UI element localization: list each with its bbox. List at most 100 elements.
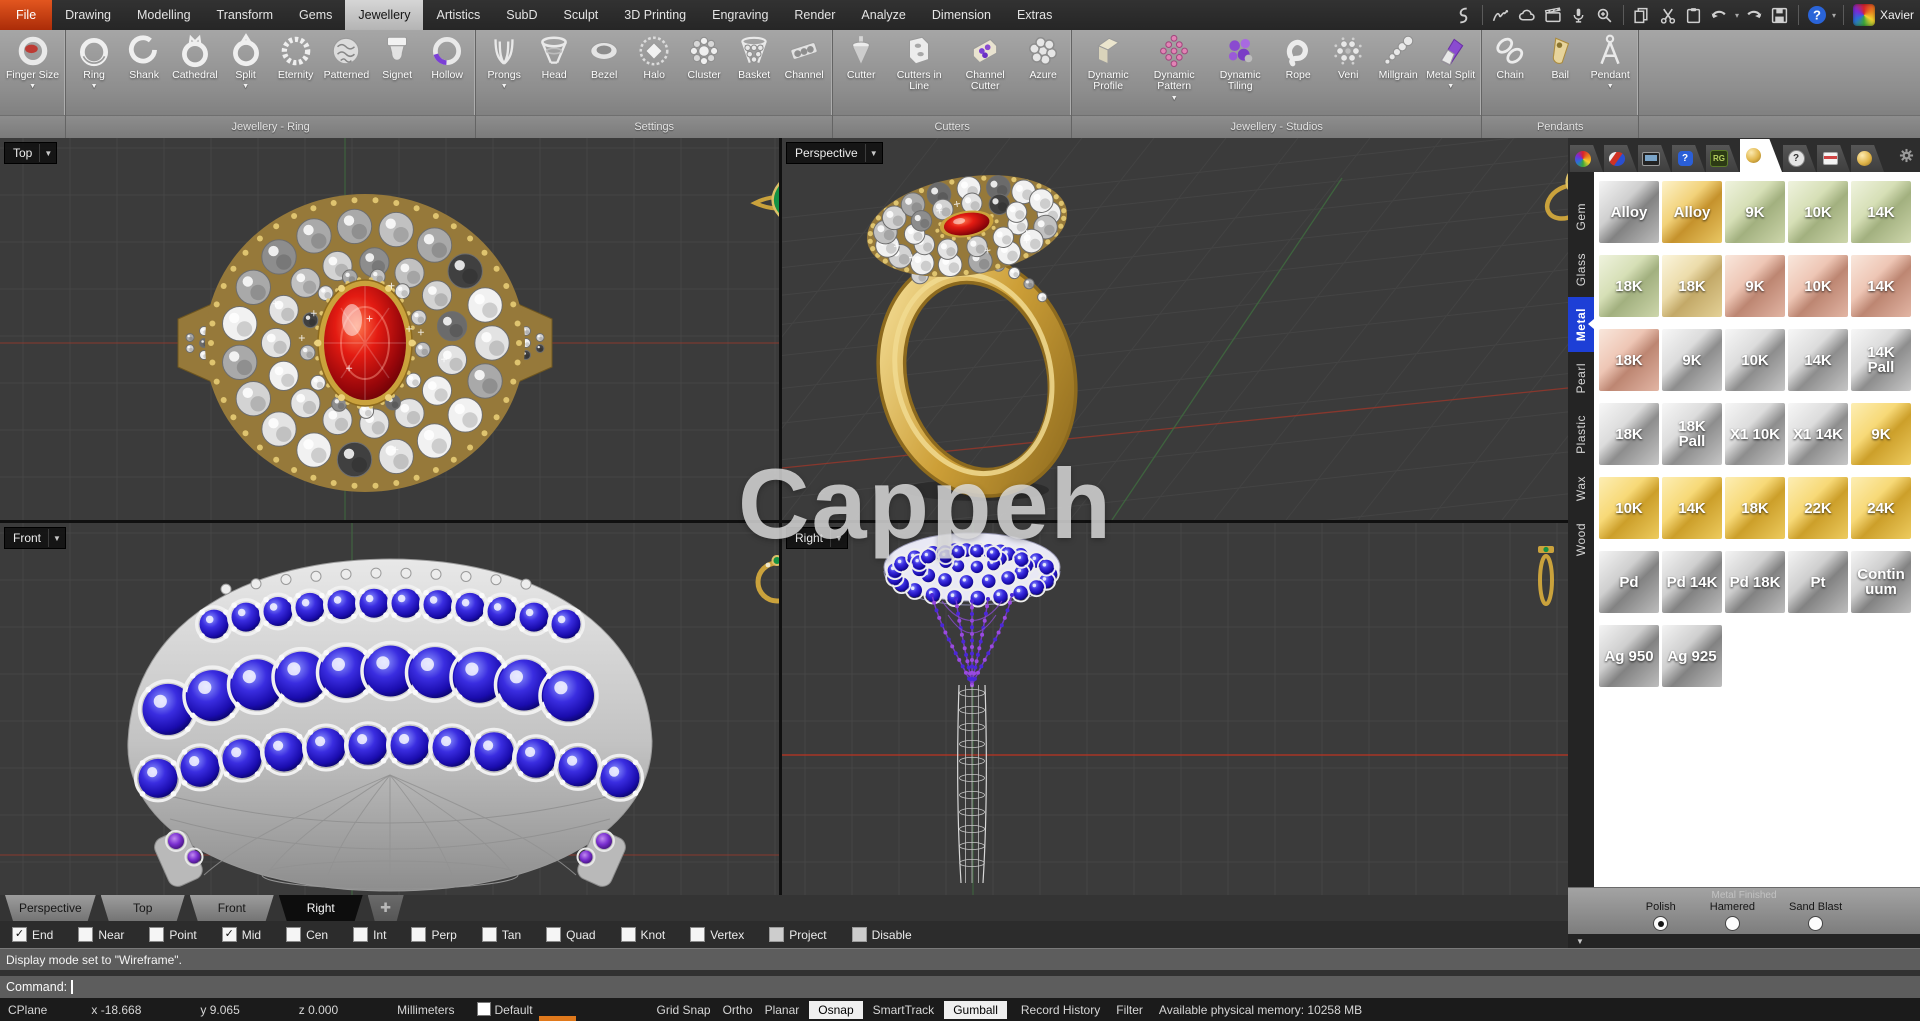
panel-gear-button[interactable] — [1899, 138, 1914, 172]
panel-tab-color-wheel[interactable] — [1570, 145, 1603, 172]
material-swatch-alloy-silver[interactable]: Alloy — [1599, 181, 1659, 243]
menu-engraving[interactable]: Engraving — [699, 0, 781, 30]
material-swatch-18k-green[interactable]: 18K — [1599, 255, 1659, 317]
cut-icon[interactable] — [1655, 3, 1681, 27]
cutter-button[interactable]: Cutter — [836, 32, 886, 81]
checkbox[interactable] — [78, 927, 94, 942]
material-swatch-14k-green[interactable]: 14K — [1851, 181, 1911, 243]
dropdown-caret-icon[interactable]: ▼ — [242, 83, 249, 90]
status-filter[interactable]: Filter — [1114, 1002, 1145, 1018]
panel-tab-rhinogold[interactable]: RG — [1706, 145, 1739, 172]
chain-button[interactable]: Chain — [1485, 32, 1535, 81]
split-button[interactable]: Split ▼ — [221, 32, 271, 90]
material-swatch-9k-rose[interactable]: 9K — [1725, 255, 1785, 317]
signet-button[interactable]: Signet — [372, 32, 422, 81]
dynamic-pattern-button[interactable]: Dynamic Pattern ▼ — [1141, 32, 1207, 102]
status-gumball[interactable]: Gumball — [944, 1000, 1007, 1019]
material-swatch-24k-yellow[interactable]: 24K — [1851, 477, 1911, 539]
material-swatch-10k-yellow[interactable]: 10K — [1599, 477, 1659, 539]
osnap-tan[interactable]: Tan — [481, 927, 521, 942]
veni-button[interactable]: Veni — [1323, 32, 1373, 81]
command-line[interactable]: Command: — [0, 976, 1920, 998]
viewport-label-front[interactable]: Front ▼ — [4, 527, 67, 549]
material-swatch-9k-yellow[interactable]: 9K — [1851, 403, 1911, 465]
osnap-int[interactable]: Int — [353, 927, 386, 942]
menu-file[interactable]: File — [0, 0, 53, 30]
status-z-0-000[interactable]: z 0.000 — [297, 1002, 340, 1018]
dropdown-caret-icon[interactable]: ▾ — [1733, 11, 1741, 20]
material-swatch-9k-green[interactable]: 9K — [1725, 181, 1785, 243]
osnap-mid[interactable]: ✓ Mid — [221, 927, 261, 942]
menu-analyze[interactable]: Analyze — [848, 0, 918, 30]
checkbox[interactable] — [286, 927, 302, 942]
viewport-tab-right[interactable]: Right — [279, 895, 363, 921]
panel-tab-help-blue[interactable]: ? — [1672, 145, 1705, 172]
osnap-perp[interactable]: Perp — [411, 927, 457, 942]
material-swatch-pd-18k-silver[interactable]: Pd 18K — [1725, 551, 1785, 613]
undo-icon[interactable] — [1707, 3, 1733, 27]
microphone-icon[interactable] — [1566, 3, 1592, 27]
panel-collapse-strip[interactable]: ▼ — [1568, 934, 1920, 948]
menu-drawing[interactable]: Drawing — [52, 0, 124, 30]
material-swatch-14k-pall-white[interactable]: 14K Pall — [1851, 329, 1911, 391]
viewport-label-perspective[interactable]: Perspective ▼ — [786, 142, 883, 164]
panel-tab-assistant[interactable]: ? — [1783, 145, 1816, 172]
menu-jewellery[interactable]: Jewellery — [345, 0, 424, 30]
panel-tab-shield[interactable] — [1604, 145, 1637, 172]
viewport-tab-top[interactable]: Top — [101, 895, 185, 921]
material-swatch-10k-white[interactable]: 10K — [1725, 329, 1785, 391]
radio-button[interactable] — [1808, 916, 1824, 932]
status-ortho[interactable]: Ortho — [721, 1002, 755, 1018]
dropdown-caret-icon[interactable]: ▼ — [91, 83, 98, 90]
material-category-metal[interactable]: Metal — [1568, 296, 1594, 352]
dropdown-caret-icon[interactable]: ▼ — [501, 83, 508, 90]
osnap-quad[interactable]: Quad — [546, 927, 596, 942]
material-swatch-x1-14k-white[interactable]: X1 14K — [1788, 403, 1848, 465]
checkbox[interactable] — [149, 927, 165, 942]
osnap-point[interactable]: Point — [149, 927, 197, 942]
osnap-cen[interactable]: Cen — [286, 927, 328, 942]
hollow-button[interactable]: Hollow — [422, 32, 472, 81]
status-cplane[interactable]: CPlane — [6, 1002, 49, 1018]
menu-3d-printing[interactable]: 3D Printing — [611, 0, 699, 30]
rope-button[interactable]: Rope — [1273, 32, 1323, 81]
material-swatch-10k-green[interactable]: 10K — [1788, 181, 1848, 243]
viewport-tab-front[interactable]: Front — [190, 895, 274, 921]
shank-button[interactable]: Shank — [119, 32, 169, 81]
ring-button[interactable]: Ring ▼ — [69, 32, 119, 90]
material-swatch-18k-yellow[interactable]: 18K — [1725, 477, 1785, 539]
material-category-glass[interactable]: Glass — [1568, 242, 1594, 297]
checkbox[interactable] — [620, 927, 636, 942]
checkbox[interactable]: ✓ — [12, 927, 27, 942]
osnap-end[interactable]: ✓ End — [12, 927, 53, 942]
material-category-pearl[interactable]: Pearl — [1568, 352, 1594, 405]
status-x-18-668[interactable]: x -18.668 — [89, 1002, 143, 1018]
cathedral-button[interactable]: Cathedral — [169, 32, 221, 81]
finger-size-button[interactable]: Finger Size ▼ — [3, 32, 62, 90]
menu-artistics[interactable]: Artistics — [423, 0, 493, 30]
material-swatch-ag-950-silver[interactable]: Ag 950 — [1599, 625, 1659, 687]
material-swatch-22k-yellow[interactable]: 22K — [1788, 477, 1848, 539]
material-category-gem[interactable]: Gem — [1568, 192, 1594, 242]
halo-button[interactable]: Halo — [629, 32, 679, 81]
material-swatch-continuum-silver[interactable]: Continuum — [1851, 551, 1911, 613]
viewport-tab-perspective[interactable]: Perspective — [5, 895, 96, 921]
azure-button[interactable]: Azure — [1018, 32, 1068, 81]
status-millimeters[interactable]: Millimeters — [395, 1002, 456, 1018]
checkbox[interactable] — [769, 927, 785, 942]
basket-button[interactable]: Basket — [729, 32, 779, 81]
clapperboard-icon[interactable] — [1540, 3, 1566, 27]
checkbox[interactable] — [476, 1002, 491, 1016]
panel-tab-gold-sphere-2[interactable] — [1851, 145, 1884, 172]
material-swatch-14k-white[interactable]: 14K — [1788, 329, 1848, 391]
checkbox[interactable] — [851, 927, 867, 942]
status-grid-snap[interactable]: Grid Snap — [655, 1002, 713, 1018]
status-default[interactable]: Default — [475, 1001, 535, 1018]
checkbox[interactable] — [690, 927, 706, 942]
channel-button[interactable]: Channel — [779, 32, 829, 81]
material-swatch-18k-pale-gold[interactable]: 18K — [1662, 255, 1722, 317]
menu-modelling[interactable]: Modelling — [124, 0, 204, 30]
material-swatch-x1-10k-white[interactable]: X1 10K — [1725, 403, 1785, 465]
menu-extras[interactable]: Extras — [1004, 0, 1065, 30]
bezel-button[interactable]: Bezel — [579, 32, 629, 81]
